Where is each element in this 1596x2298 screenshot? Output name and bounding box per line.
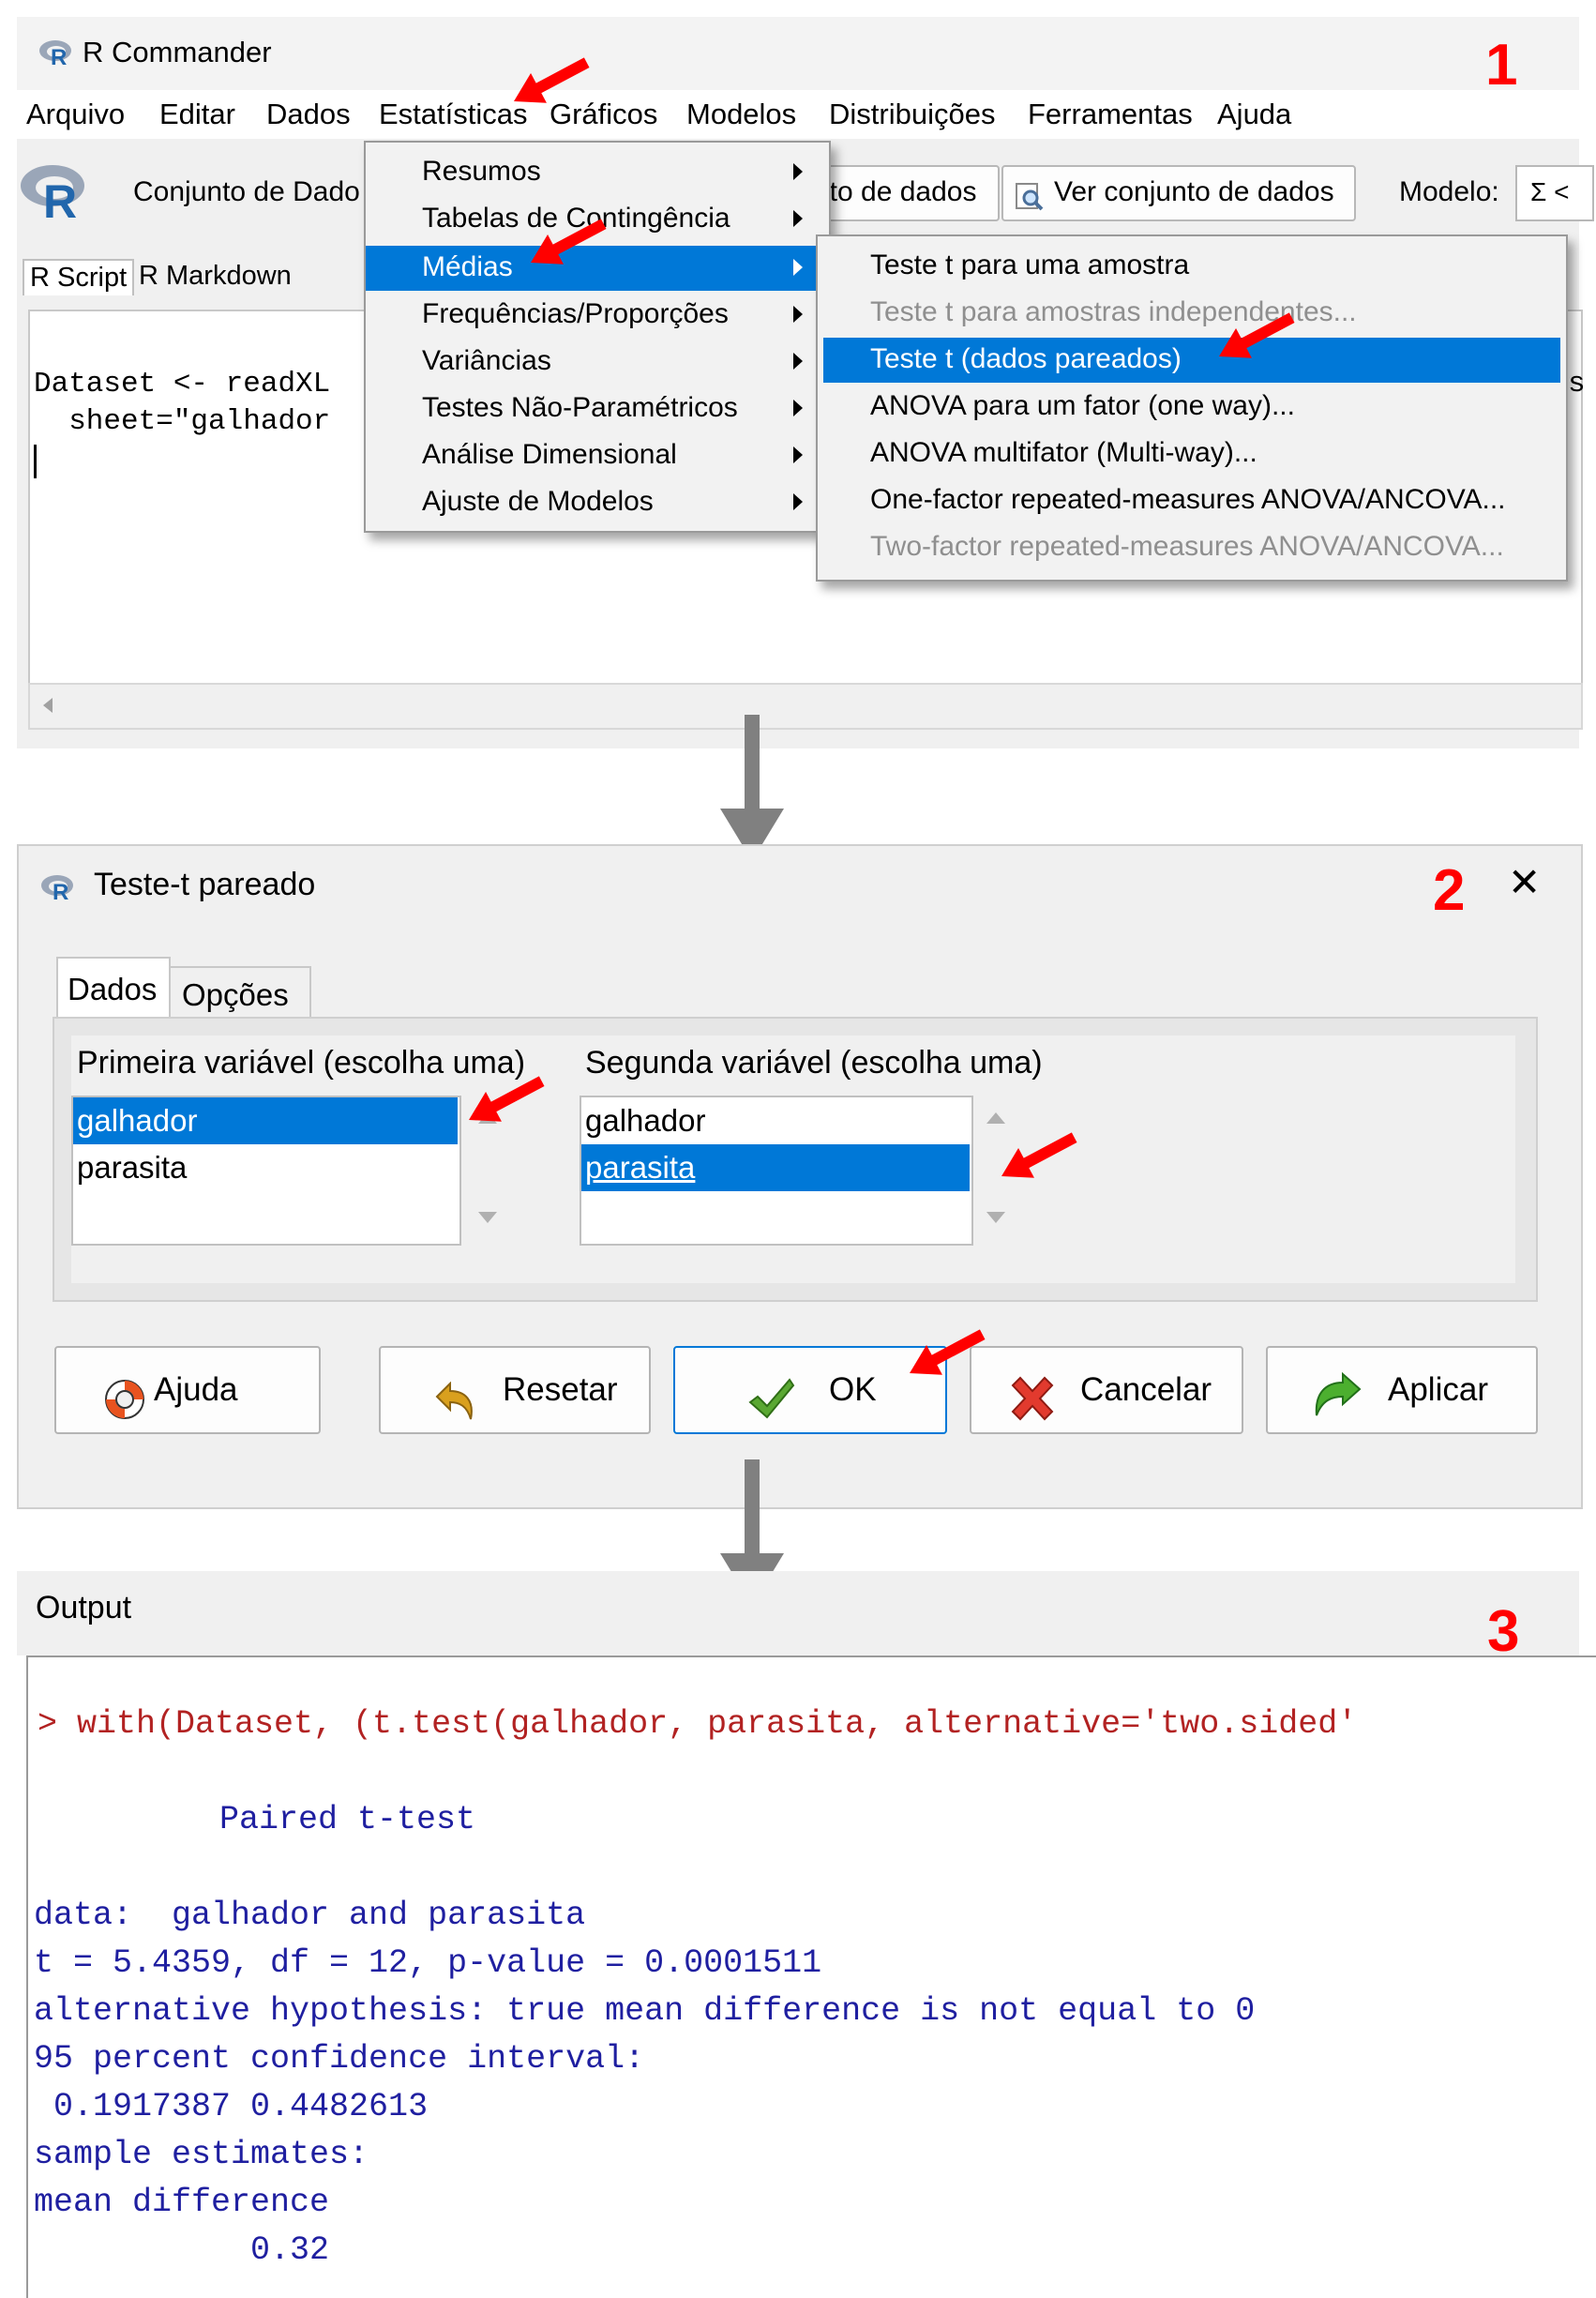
red-arrow-icon bbox=[469, 1076, 545, 1122]
red-arrow-icon bbox=[1219, 312, 1295, 358]
red-arrow-icon bbox=[1001, 1132, 1077, 1178]
annotation-arrows bbox=[469, 57, 1295, 1375]
red-arrow-icon bbox=[514, 57, 590, 103]
red-arrow-icon bbox=[910, 1329, 986, 1375]
red-arrow-icon bbox=[531, 219, 607, 265]
